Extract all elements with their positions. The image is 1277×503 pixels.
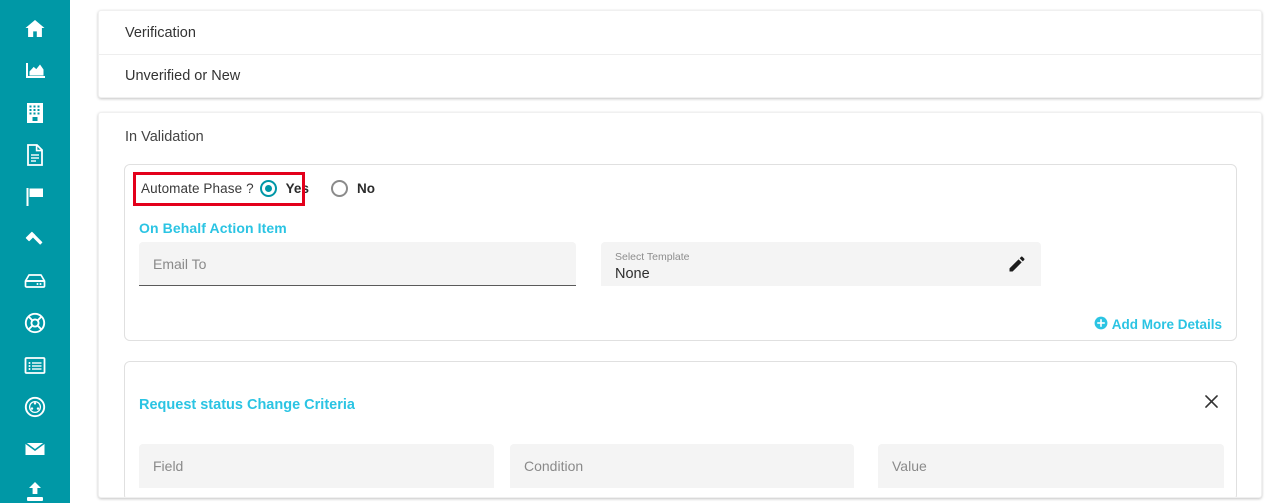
building-icon (24, 101, 46, 125)
criteria-value-input[interactable]: Value (878, 444, 1224, 488)
criteria-condition-placeholder: Condition (524, 458, 584, 474)
document-icon (24, 143, 46, 167)
sidebar-item-organization[interactable] (0, 92, 70, 134)
accordion-row-unverified-or-new[interactable]: Unverified or New (99, 54, 1261, 97)
settings-circle-icon (23, 395, 47, 419)
add-more-details-label: Add More Details (1111, 317, 1222, 332)
automate-phase-box: Automate Phase ? Yes No On Behalf Action… (124, 164, 1237, 341)
email-to-placeholder: Email To (153, 256, 207, 272)
select-template-field[interactable]: Select Template None (601, 242, 1041, 286)
pencil-icon[interactable] (1007, 254, 1027, 274)
radio-no-label: No (356, 180, 375, 196)
sidebar-item-settings[interactable] (0, 386, 70, 428)
flag-icon (23, 185, 47, 209)
on-behalf-action-item-heading: On Behalf Action Item (139, 220, 287, 236)
verification-accordion: Verification Unverified or New (98, 10, 1262, 98)
envelope-icon (23, 439, 47, 459)
sidebar-item-analytics[interactable] (0, 50, 70, 92)
chart-area-icon (23, 59, 47, 83)
plus-circle-icon (1094, 316, 1108, 333)
sidebar-item-mail[interactable] (0, 428, 70, 470)
accordion-label-unverified-or-new: Unverified or New (125, 68, 241, 84)
sidebar-item-lists[interactable] (0, 344, 70, 386)
home-icon (23, 17, 47, 41)
gavel-icon (23, 227, 47, 251)
select-template-label: Select Template (615, 251, 690, 263)
sidebar (0, 0, 70, 503)
sidebar-item-archive[interactable] (0, 260, 70, 302)
accordion-label-verification: Verification (125, 24, 196, 41)
sidebar-item-home[interactable] (0, 8, 70, 50)
add-more-details-button[interactable]: Add More Details (1094, 316, 1222, 333)
criteria-value-placeholder: Value (892, 458, 927, 474)
automate-phase-row: Automate Phase ? Yes No (125, 165, 397, 211)
app-root: Verification Unverified or New In Valida… (0, 0, 1277, 503)
radio-yes-label: Yes (285, 180, 309, 196)
sidebar-item-flags[interactable] (0, 176, 70, 218)
criteria-condition-input[interactable]: Condition (510, 444, 854, 488)
automate-phase-label: Automate Phase ? (141, 180, 254, 196)
select-template-value: None (615, 266, 650, 282)
sidebar-item-support[interactable] (0, 302, 70, 344)
email-to-field[interactable]: Email To (139, 242, 576, 286)
automate-phase-radio-group[interactable]: Yes No (259, 179, 397, 197)
lifebuoy-icon (23, 311, 47, 335)
close-icon[interactable] (1202, 392, 1221, 411)
request-status-change-criteria-box: Request status Change Criteria Field Con… (124, 361, 1237, 497)
main-content: Verification Unverified or New In Valida… (70, 0, 1277, 503)
criteria-field-input[interactable]: Field (139, 444, 494, 488)
sidebar-item-legal[interactable] (0, 218, 70, 260)
panel-title: In Validation (125, 129, 204, 145)
radio-no[interactable] (330, 179, 348, 197)
upload-icon (23, 479, 47, 503)
email-to-underline (139, 284, 576, 286)
in-validation-panel: In Validation Automate Phase ? Yes No On… (98, 112, 1262, 498)
radio-yes[interactable] (259, 179, 277, 197)
drawer-icon (23, 270, 47, 292)
sidebar-item-upload[interactable] (0, 470, 70, 503)
criteria-heading: Request status Change Criteria (139, 397, 355, 413)
accordion-row-verification[interactable]: Verification (99, 11, 1261, 54)
list-icon (23, 355, 47, 376)
sidebar-item-documents[interactable] (0, 134, 70, 176)
criteria-field-placeholder: Field (153, 458, 184, 474)
